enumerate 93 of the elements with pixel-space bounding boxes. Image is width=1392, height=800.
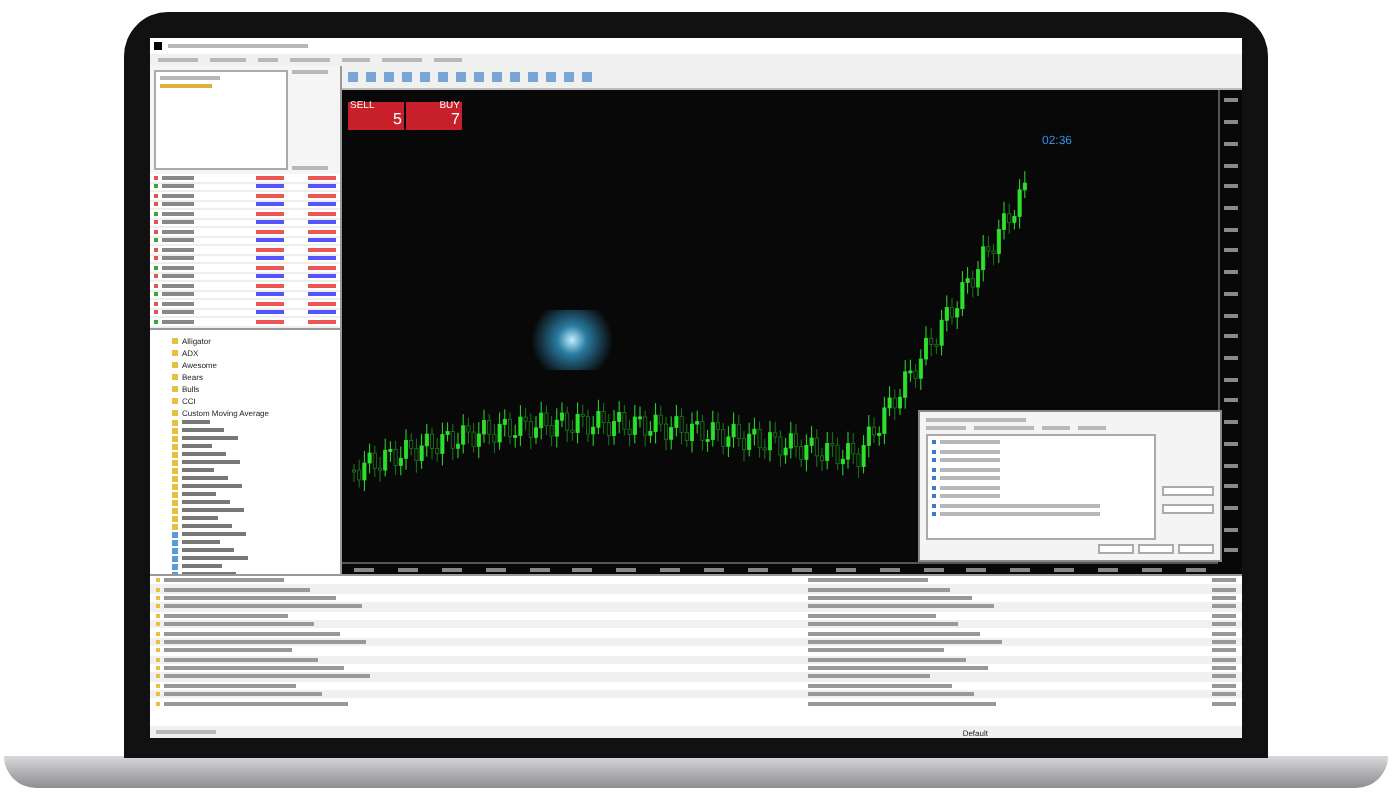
text-placeholder [256, 193, 284, 198]
text-placeholder [162, 175, 194, 180]
text-placeholder [162, 292, 194, 297]
text-placeholder [256, 184, 284, 189]
text-placeholder [308, 310, 336, 315]
text-placeholder [162, 274, 194, 279]
dialog-button[interactable] [1098, 544, 1134, 554]
text-placeholder [1224, 377, 1238, 382]
text-placeholder [808, 613, 936, 618]
text-placeholder [808, 648, 944, 653]
text-placeholder [162, 184, 194, 189]
text-placeholder [1224, 334, 1238, 339]
text-placeholder [1224, 120, 1238, 125]
text-placeholder [308, 265, 336, 270]
text-placeholder [308, 193, 336, 198]
text-placeholder [162, 301, 194, 306]
text-placeholder [308, 229, 336, 234]
text-placeholder [256, 211, 284, 216]
text-placeholder [308, 238, 336, 243]
text-placeholder [256, 238, 284, 243]
text-placeholder [1224, 227, 1238, 232]
text-placeholder [1212, 587, 1236, 592]
text-placeholder [1212, 692, 1236, 697]
text-placeholder [256, 310, 284, 315]
text-placeholder [164, 683, 296, 688]
text-placeholder [1224, 355, 1238, 360]
text-placeholder [162, 247, 194, 252]
text-placeholder [162, 319, 194, 324]
text-placeholder [1212, 622, 1236, 627]
text-placeholder [1224, 313, 1238, 318]
text-placeholder [162, 310, 194, 315]
text-placeholder [308, 283, 336, 288]
text-placeholder [1212, 639, 1236, 644]
text-placeholder [256, 274, 284, 279]
text-placeholder [1212, 648, 1236, 653]
text-placeholder [808, 674, 930, 679]
text-placeholder [256, 283, 284, 288]
text-placeholder [1212, 674, 1236, 679]
text-placeholder [1224, 205, 1238, 210]
dialog-button[interactable] [1178, 544, 1214, 554]
text-placeholder [164, 613, 288, 618]
text-placeholder [308, 220, 336, 225]
text-placeholder [256, 265, 284, 270]
text-placeholder [1224, 270, 1238, 275]
text-placeholder [256, 175, 284, 180]
text-placeholder [162, 229, 194, 234]
text-placeholder [308, 184, 336, 189]
text-placeholder [308, 256, 336, 261]
text-placeholder [308, 292, 336, 297]
text-placeholder [1224, 248, 1238, 253]
text-placeholder [164, 648, 292, 653]
dialog-button[interactable] [1138, 544, 1174, 554]
text-placeholder [1224, 141, 1238, 146]
text-placeholder [1212, 666, 1236, 671]
text-placeholder [162, 238, 194, 243]
text-placeholder [162, 265, 194, 270]
text-placeholder [1212, 683, 1236, 688]
text-placeholder [256, 301, 284, 306]
text-placeholder [308, 211, 336, 216]
text-placeholder [256, 220, 284, 225]
text-placeholder [162, 283, 194, 288]
text-placeholder [1224, 163, 1238, 168]
text-placeholder [162, 256, 194, 261]
text-placeholder [162, 193, 194, 198]
text-placeholder [308, 274, 336, 279]
text-placeholder [162, 211, 194, 216]
text-placeholder [1224, 184, 1238, 189]
text-placeholder [256, 229, 284, 234]
text-placeholder [308, 247, 336, 252]
text-placeholder [1212, 604, 1236, 609]
text-placeholder [256, 202, 284, 207]
text-placeholder [308, 202, 336, 207]
text-placeholder [1212, 595, 1236, 600]
text-placeholder [1212, 631, 1236, 636]
text-placeholder [1212, 613, 1236, 618]
text-placeholder [162, 220, 194, 225]
text-placeholder [256, 247, 284, 252]
dialog-button[interactable] [1162, 504, 1214, 514]
dialog-button[interactable] [1162, 486, 1214, 496]
text-placeholder [308, 301, 336, 306]
text-placeholder [1224, 291, 1238, 296]
text-placeholder [162, 202, 194, 207]
text-placeholder [1212, 657, 1236, 662]
text-placeholder [256, 319, 284, 324]
text-placeholder [808, 587, 950, 592]
text-placeholder [1224, 98, 1238, 103]
text-placeholder [1212, 701, 1236, 706]
text-placeholder [308, 175, 336, 180]
text-placeholder [1224, 398, 1238, 403]
text-placeholder [256, 292, 284, 297]
text-placeholder [256, 256, 284, 261]
text-placeholder [308, 319, 336, 324]
text-placeholder [808, 683, 952, 688]
